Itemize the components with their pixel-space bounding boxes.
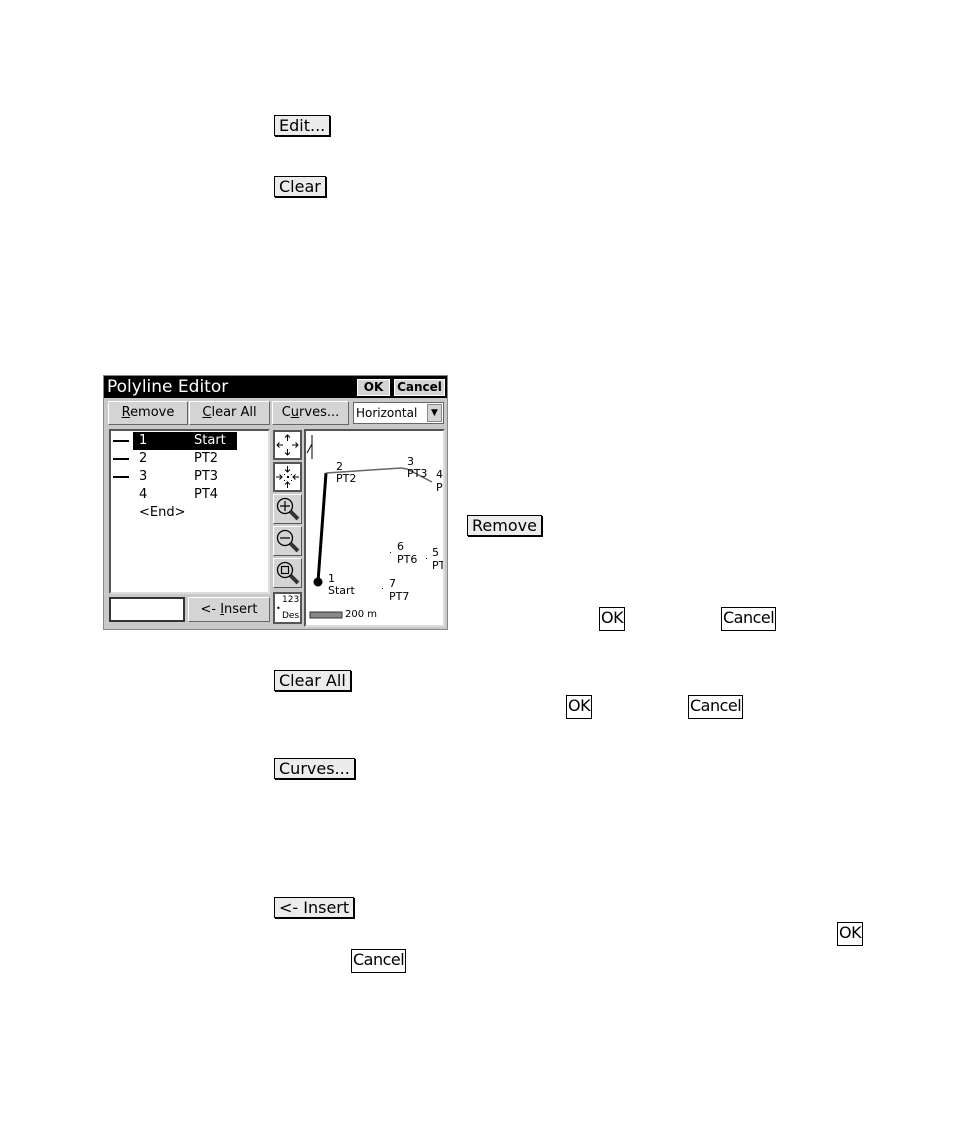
point-marker — [382, 588, 383, 589]
polyline-segment — [316, 472, 328, 583]
map-point-number: 4 — [436, 468, 443, 481]
map-point-name: PT2 — [336, 472, 357, 485]
map-point-name: PT7 — [389, 590, 410, 603]
map-point-name: P — [436, 481, 443, 494]
selected-value: Horizontal — [356, 406, 418, 420]
clear-all-button[interactable]: Clear All — [189, 401, 270, 425]
remove-button[interactable]: Remove — [108, 401, 188, 425]
map-view[interactable]: N 2 PT2 3 PT3 4 P 6 PT6 5 PT 1 Start 7 P… — [304, 429, 445, 627]
zoom-in-icon — [276, 497, 300, 521]
cancel-key-ref: Cancel — [688, 695, 744, 719]
point-number: 1 — [139, 433, 148, 448]
title-bar: Polyline Editor OK Cancel — [104, 376, 447, 398]
zoom-extents-icon — [276, 466, 299, 488]
label-top: 123 — [282, 595, 300, 605]
ok-key-ref: OK — [599, 607, 626, 631]
segment-icon — [113, 476, 129, 478]
edit-button-ref: Edit... — [274, 115, 331, 136]
insert-button[interactable]: <- Insert — [188, 597, 270, 622]
point-number: 3 — [139, 469, 148, 484]
mnemonic: R — [121, 405, 131, 420]
point-marker — [426, 558, 427, 559]
mnemonic: u — [290, 405, 300, 420]
point-name: Start — [194, 433, 226, 448]
zoom-window-icon — [276, 561, 300, 585]
segment-icon — [113, 440, 129, 442]
cancel-button[interactable]: Cancel — [394, 379, 445, 396]
ok-button[interactable]: OK — [357, 379, 390, 396]
point-list[interactable]: 1 Start 2 PT2 3 PT3 4 PT4 <End> — [109, 429, 270, 594]
clear-button-ref: Clear — [274, 176, 326, 197]
cancel-key-ref: Cancel — [351, 949, 407, 973]
zoom-window-button[interactable] — [273, 558, 302, 588]
label: <- — [200, 602, 221, 617]
map-point-name: Start — [328, 584, 355, 597]
toggle-labels-button[interactable]: 123 • Des — [273, 592, 302, 624]
polyline-plot — [306, 435, 433, 619]
end-marker: <End> — [139, 505, 186, 520]
map-point-number: 7 — [389, 577, 396, 590]
point-number: 4 — [139, 487, 148, 502]
label: emove — [130, 405, 175, 420]
pan-arrows-icon — [276, 434, 299, 456]
zoom-out-button[interactable] — [273, 526, 302, 556]
scale-bar — [309, 611, 343, 619]
ok-key-ref: OK — [566, 695, 593, 719]
zoom-in-button[interactable] — [273, 494, 302, 524]
curves-button-ref: Curves... — [274, 758, 355, 779]
scale-label: 200 m — [345, 609, 378, 620]
point-name: PT4 — [194, 487, 219, 502]
curves-button[interactable]: Curves... — [272, 401, 349, 425]
remove-button-ref: Remove — [467, 515, 542, 536]
north-arrow-icon — [306, 435, 313, 459]
map-point-number: 6 — [397, 540, 404, 553]
start-point-marker — [313, 577, 323, 587]
label: nsert — [224, 602, 258, 617]
label: C — [281, 405, 291, 420]
insert-button-ref: <- Insert — [274, 897, 355, 918]
map-point-name: PT3 — [407, 467, 428, 480]
segment-icon — [113, 458, 129, 460]
zoom-out-icon — [276, 529, 300, 553]
zoom-extents-button[interactable] — [273, 462, 302, 492]
point-input[interactable] — [109, 597, 185, 622]
point-marker — [390, 552, 391, 553]
pan-button[interactable] — [273, 430, 302, 460]
chevron-down-icon[interactable]: ▼ — [427, 404, 442, 422]
map-point-name: PT6 — [397, 553, 418, 566]
dialog-title: Polyline Editor — [107, 377, 229, 397]
label: rves... — [299, 405, 340, 420]
clear-all-button-ref: Clear All — [274, 670, 351, 691]
ok-key-ref: OK — [837, 922, 864, 946]
point-dot-icon: • — [276, 604, 281, 613]
alignment-mode-select[interactable]: Horizontal ▼ — [353, 402, 444, 424]
point-number: 2 — [139, 451, 148, 466]
label: lear All — [211, 405, 257, 420]
point-name: PT2 — [194, 451, 219, 466]
map-point-name: PT — [432, 559, 445, 572]
polyline-editor-dialog: Polyline Editor OK Cancel Remove Clear A… — [103, 375, 448, 630]
label-bottom: Des — [282, 611, 300, 621]
map-point-number: 5 — [432, 546, 439, 559]
point-name: PT3 — [194, 469, 219, 484]
cancel-key-ref: Cancel — [721, 607, 777, 631]
